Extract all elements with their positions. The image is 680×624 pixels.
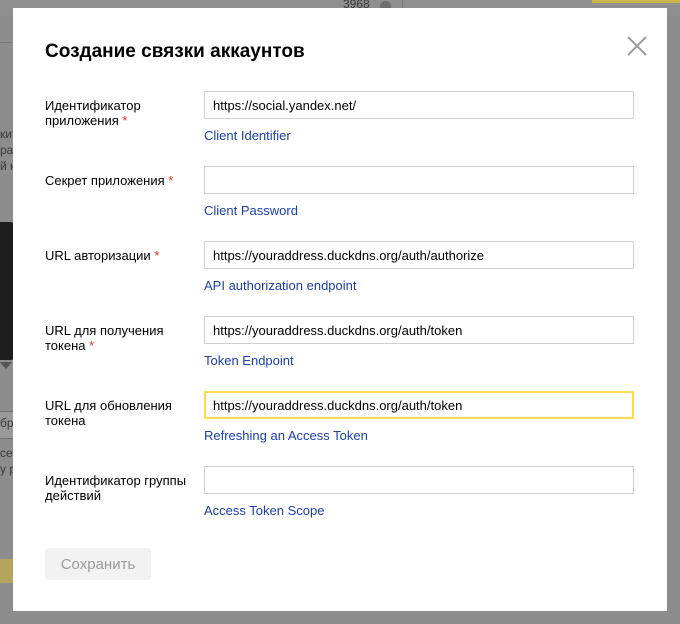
hint-link-client-identifier[interactable]: Client Identifier (204, 128, 291, 143)
scope-input[interactable] (204, 466, 634, 494)
close-icon (627, 36, 647, 56)
hint-link-authorization-endpoint[interactable]: API authorization endpoint (204, 278, 357, 293)
field-label-app-secret: Секрет приложения * (45, 173, 174, 188)
background-triangle-icon (0, 362, 12, 369)
background-divider (0, 42, 14, 43)
save-button[interactable]: Сохранить (45, 548, 151, 580)
hint-link-access-token-scope[interactable]: Access Token Scope (204, 503, 324, 518)
dialog-title: Создание связки аккаунтов (45, 41, 305, 62)
background-text-fragment: бр (0, 416, 14, 430)
app-id-input[interactable] (204, 91, 634, 119)
app-secret-input[interactable] (204, 166, 634, 194)
token-url-input[interactable] (204, 316, 634, 344)
field-label-token-url: URL для получения токена * (45, 323, 164, 353)
auth-url-input[interactable] (204, 241, 634, 269)
field-label-app-id: Идентификатор приложения * (45, 98, 141, 128)
required-mark: * (154, 248, 160, 263)
hint-link-token-endpoint[interactable]: Token Endpoint (204, 353, 294, 368)
background-dark-panel (0, 222, 14, 360)
background-yellow-strip (592, 0, 680, 3)
required-mark: * (168, 173, 174, 188)
refresh-token-url-input[interactable] (204, 391, 634, 419)
hint-link-client-password[interactable]: Client Password (204, 203, 298, 218)
required-mark: * (89, 338, 95, 353)
background-yellow-bar (0, 559, 14, 583)
account-link-dialog: Создание связки аккаунтов Идентификатор … (13, 8, 667, 611)
field-label-auth-url: URL авторизации * (45, 248, 160, 263)
field-label-scope: Идентификатор группы действий (45, 473, 187, 503)
required-mark: * (122, 113, 128, 128)
close-button[interactable] (625, 34, 649, 58)
hint-link-refreshing-access-token[interactable]: Refreshing an Access Token (204, 428, 368, 443)
field-label-refresh-token-url: URL для обновления токена (45, 398, 172, 428)
